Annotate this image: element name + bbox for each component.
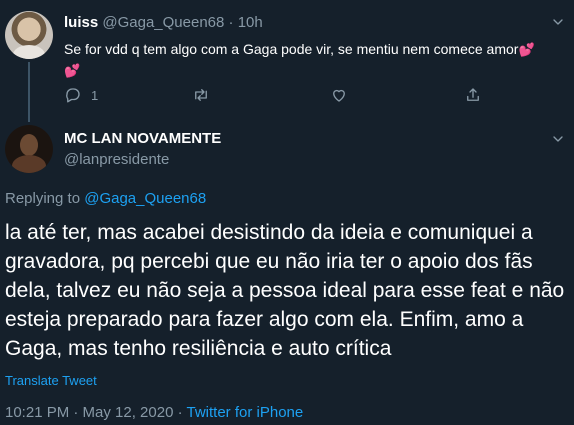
reply-header: luiss @Gaga_Queen68 · 10h: [64, 14, 263, 31]
thread-line: [28, 62, 30, 122]
reply-text-block: Se for vdd q tem algo com a Gaga pode vi…: [64, 39, 564, 81]
reply-tweet[interactable]: luiss @Gaga_Queen68 · 10h Se for vdd q t…: [0, 0, 574, 122]
like-icon: [333, 89, 345, 102]
heart-emoji: 💕: [64, 63, 81, 78]
retweet-button[interactable]: [192, 86, 210, 104]
like-button[interactable]: [330, 86, 348, 104]
reply-author-handle[interactable]: @Gaga_Queen68: [102, 14, 224, 31]
share-button[interactable]: [464, 86, 482, 104]
avatar[interactable]: [5, 125, 53, 173]
replying-prefix: Replying to: [5, 190, 81, 207]
translate-tweet-link[interactable]: Translate Tweet: [5, 373, 97, 388]
avatar[interactable]: [5, 11, 53, 59]
separator-dot: ·: [228, 14, 234, 31]
chevron-down-icon[interactable]: [550, 14, 566, 30]
reply-text: Se for vdd q tem algo com a Gaga pode vi…: [64, 41, 519, 57]
reply-author-name[interactable]: luiss: [64, 14, 98, 31]
tweet-text: la até ter, mas acabei desistindo da ide…: [5, 221, 565, 360]
main-author-handle[interactable]: @lanpresidente: [64, 151, 169, 168]
tweet-timestamp[interactable]: 10:21 PM · May 12, 2020 ·: [5, 404, 183, 421]
retweet-icon: [195, 89, 207, 101]
reply-count: 1: [91, 87, 99, 103]
reply-actions: 1: [60, 86, 500, 108]
share-icon: [467, 88, 479, 101]
tweet-source[interactable]: Twitter for iPhone: [187, 404, 304, 421]
tweet-footer: 10:21 PM · May 12, 2020 · Twitter for iP…: [5, 404, 303, 421]
reply-button[interactable]: 1: [64, 86, 98, 104]
replying-to-link[interactable]: @Gaga_Queen68: [84, 190, 206, 207]
heart-emoji: 💕: [518, 42, 535, 57]
replying-to: Replying to @Gaga_Queen68: [5, 190, 206, 207]
reply-icon: [66, 88, 80, 103]
main-author-name[interactable]: MC LAN NOVAMENTE: [64, 130, 221, 147]
chevron-down-icon[interactable]: [550, 131, 566, 147]
reply-time[interactable]: 10h: [238, 14, 263, 31]
